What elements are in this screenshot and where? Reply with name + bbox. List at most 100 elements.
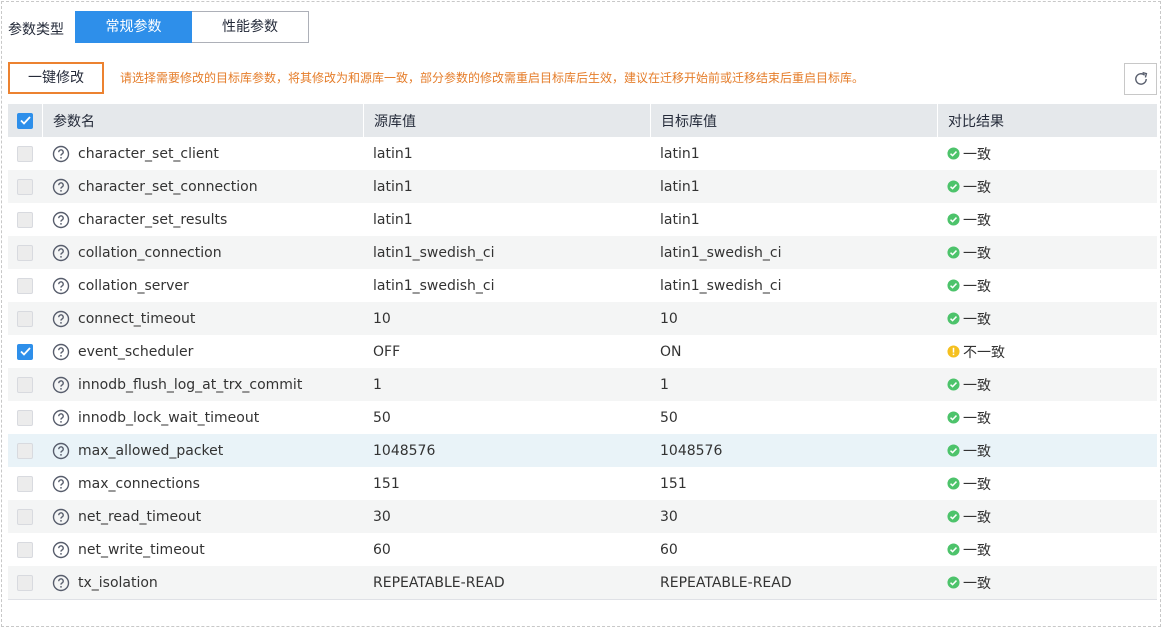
row-checkbox[interactable]	[17, 475, 33, 492]
param-name: event_scheduler	[78, 343, 194, 360]
help-question-icon[interactable]	[52, 310, 70, 328]
compare-result: 一致	[963, 311, 991, 328]
compare-result: 一致	[963, 212, 991, 229]
table-row[interactable]: collation_server latin1_swedish_ci latin1_…	[8, 269, 1157, 302]
tab-regular-params[interactable]: 常规参数	[75, 11, 192, 43]
help-question-icon[interactable]	[52, 376, 70, 394]
one-click-modify-button[interactable]: 一键修改	[8, 62, 104, 94]
header-target-value[interactable]: 目标库值	[650, 104, 937, 137]
check-circle-icon	[947, 279, 960, 292]
check-circle-icon	[947, 147, 960, 160]
refresh-button[interactable]	[1124, 63, 1157, 95]
target-value: 50	[660, 409, 678, 426]
tab-performance-params[interactable]: 性能参数	[192, 11, 309, 43]
select-all-checkbox[interactable]	[17, 112, 33, 129]
help-question-icon[interactable]	[52, 211, 70, 229]
compare-result: 一致	[963, 443, 991, 460]
table-row[interactable]: net_read_timeout 30 30 一致	[8, 500, 1157, 533]
row-checkbox[interactable]	[17, 541, 33, 558]
table-row[interactable]: event_scheduler OFF ON 不一致	[8, 335, 1157, 368]
source-value: 1048576	[373, 442, 436, 459]
row-checkbox[interactable]	[17, 244, 33, 261]
param-name: max_allowed_packet	[78, 442, 224, 459]
target-value: latin1	[660, 211, 700, 228]
check-circle-icon	[947, 510, 960, 523]
table-row[interactable]: max_allowed_packet 1048576 1048576 一致	[8, 434, 1157, 467]
row-checkbox[interactable]	[17, 178, 33, 195]
table-row[interactable]: max_connections 151 151 一致	[8, 467, 1157, 500]
help-question-icon[interactable]	[52, 145, 70, 163]
modify-tip-text: 请选择需要修改的目标库参数，将其修改为和源库一致，部分参数的修改需重启目标库后生…	[120, 71, 865, 85]
param-name: innodb_flush_log_at_trx_commit	[78, 376, 303, 393]
param-name: collation_server	[78, 277, 189, 294]
row-checkbox[interactable]	[17, 343, 33, 360]
table-row[interactable]: connect_timeout 10 10 一致	[8, 302, 1157, 335]
header-param-name[interactable]: 参数名	[42, 104, 363, 137]
target-value: latin1_swedish_ci	[660, 244, 782, 261]
compare-result: 一致	[963, 476, 991, 493]
compare-result: 一致	[963, 575, 991, 592]
check-circle-icon	[947, 543, 960, 556]
row-checkbox[interactable]	[17, 145, 33, 162]
param-name: character_set_client	[78, 145, 219, 162]
param-name: tx_isolation	[78, 574, 158, 591]
table-row[interactable]: collation_connection latin1_swedish_ci lat…	[8, 236, 1157, 269]
help-question-icon[interactable]	[52, 508, 70, 526]
help-question-icon[interactable]	[52, 343, 70, 361]
help-question-icon[interactable]	[52, 277, 70, 295]
row-checkbox[interactable]	[17, 376, 33, 393]
source-value: latin1	[373, 178, 413, 195]
source-value: latin1_swedish_ci	[373, 244, 495, 261]
help-question-icon[interactable]	[52, 409, 70, 427]
help-question-icon[interactable]	[52, 475, 70, 493]
help-question-icon[interactable]	[52, 541, 70, 559]
compare-result: 一致	[963, 377, 991, 394]
table-bottom-border	[8, 599, 1157, 600]
row-checkbox[interactable]	[17, 211, 33, 228]
row-checkbox[interactable]	[17, 508, 33, 525]
compare-result: 一致	[963, 542, 991, 559]
param-name: net_read_timeout	[78, 508, 202, 525]
help-question-icon[interactable]	[52, 178, 70, 196]
check-icon	[19, 347, 31, 356]
row-checkbox[interactable]	[17, 277, 33, 294]
table-header-row: 参数名 源库值 目标库值 对比结果	[8, 104, 1157, 137]
help-question-icon[interactable]	[52, 442, 70, 460]
param-type-tabs: 常规参数 性能参数	[75, 11, 309, 43]
param-name: character_set_results	[78, 211, 228, 228]
table-row[interactable]: character_set_client latin1 latin1 一致	[8, 137, 1157, 170]
row-checkbox[interactable]	[17, 310, 33, 327]
target-value: ON	[660, 343, 682, 360]
check-circle-icon	[947, 477, 960, 490]
source-value: 151	[373, 475, 400, 492]
help-question-icon[interactable]	[52, 244, 70, 262]
header-compare-result[interactable]: 对比结果	[937, 104, 1157, 137]
table-row[interactable]: tx_isolation REPEATABLE-READ REPEATABLE-RE…	[8, 566, 1157, 599]
header-source-value[interactable]: 源库值	[363, 104, 650, 137]
table-row[interactable]: innodb_flush_log_at_trx_commit 1 1 一致	[8, 368, 1157, 401]
check-circle-icon	[947, 378, 960, 391]
target-value: 30	[660, 508, 678, 525]
compare-result: 一致	[963, 146, 991, 163]
param-name: collation_connection	[78, 244, 222, 261]
check-circle-icon	[947, 213, 960, 226]
compare-result: 一致	[963, 179, 991, 196]
row-checkbox[interactable]	[17, 409, 33, 426]
compare-result: 一致	[963, 410, 991, 427]
help-question-icon[interactable]	[52, 574, 70, 592]
target-value: latin1_swedish_ci	[660, 277, 782, 294]
table-row[interactable]: net_write_timeout 60 60 一致	[8, 533, 1157, 566]
source-value: latin1_swedish_ci	[373, 277, 495, 294]
param-compare-table: 参数名 源库值 目标库值 对比结果 character_set_client la…	[8, 104, 1157, 600]
check-circle-icon	[947, 576, 960, 589]
refresh-icon	[1134, 71, 1147, 85]
param-name: max_connections	[78, 475, 200, 492]
row-checkbox[interactable]	[17, 574, 33, 591]
table-row[interactable]: character_set_connection latin1 latin1 一致	[8, 170, 1157, 203]
source-value: OFF	[373, 343, 401, 360]
row-checkbox[interactable]	[17, 442, 33, 459]
compare-result: 一致	[963, 278, 991, 295]
check-circle-icon	[947, 444, 960, 457]
table-row[interactable]: innodb_lock_wait_timeout 50 50 一致	[8, 401, 1157, 434]
table-row[interactable]: character_set_results latin1 latin1 一致	[8, 203, 1157, 236]
